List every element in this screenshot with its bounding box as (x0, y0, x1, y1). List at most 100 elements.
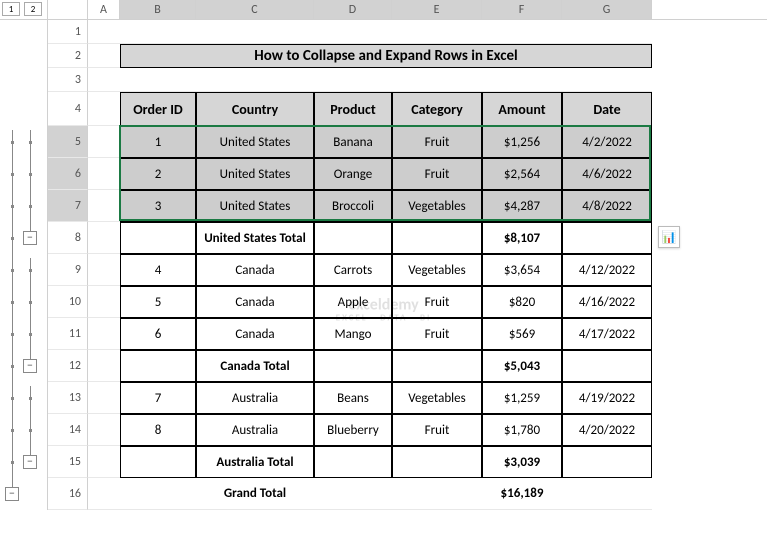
row-header-6[interactable]: 6 (48, 158, 88, 190)
cell-date[interactable]: 4/8/2022 (562, 190, 652, 222)
cell-order-id[interactable]: 6 (120, 318, 196, 350)
cell-country[interactable]: United States (196, 126, 314, 158)
cell-category[interactable]: Vegetables (392, 382, 482, 414)
cell-A8[interactable] (88, 222, 120, 254)
cell-amount[interactable]: $569 (482, 318, 562, 350)
cell-date[interactable]: 4/2/2022 (562, 126, 652, 158)
row-header-3[interactable]: 3 (48, 68, 88, 92)
cell-A16[interactable] (88, 478, 120, 510)
cell-category[interactable]: Vegetables (392, 190, 482, 222)
cell-country[interactable]: Canada (196, 254, 314, 286)
cell-amount[interactable]: $4,287 (482, 190, 562, 222)
col-header-G[interactable]: G (562, 0, 652, 19)
row-header-4[interactable]: 4 (48, 92, 88, 126)
cell-product[interactable]: Banana (314, 126, 392, 158)
cell-category[interactable]: Fruit (392, 414, 482, 446)
cell-category[interactable]: Vegetables (392, 254, 482, 286)
row-header-15[interactable]: 15 (48, 446, 88, 478)
row-header-1[interactable]: 1 (48, 20, 88, 44)
cell-amount[interactable]: $2,564 (482, 158, 562, 190)
cell-A6[interactable] (88, 158, 120, 190)
cell-date[interactable]: 4/20/2022 (562, 414, 652, 446)
cell-date[interactable]: 4/19/2022 (562, 382, 652, 414)
col-header-A[interactable]: A (88, 0, 120, 19)
cell-amount[interactable]: $1,256 (482, 126, 562, 158)
subtotal-amount[interactable]: $8,107 (482, 222, 562, 254)
cell-A11[interactable] (88, 318, 120, 350)
cell-A7[interactable] (88, 190, 120, 222)
worksheet-grid[interactable]: 12How to Collapse and Expand Rows in Exc… (0, 20, 767, 534)
subtotal-label[interactable]: Australia Total (196, 446, 314, 478)
outline-collapse-button[interactable]: − (23, 455, 37, 469)
cell-A2[interactable] (88, 44, 120, 68)
cell-date[interactable]: 4/6/2022 (562, 158, 652, 190)
cell-product[interactable]: Blueberry (314, 414, 392, 446)
col-header-F[interactable]: F (482, 0, 562, 19)
cell-order-id[interactable]: 4 (120, 254, 196, 286)
cell-order-id[interactable]: 5 (120, 286, 196, 318)
col-header-D[interactable]: D (314, 0, 392, 19)
cell-country[interactable]: United States (196, 190, 314, 222)
cell-category[interactable]: Fruit (392, 286, 482, 318)
quick-analysis-icon[interactable]: 📊 (658, 226, 680, 248)
header-date[interactable]: Date (562, 92, 652, 126)
cell-A4[interactable] (88, 92, 120, 126)
outline-collapse-button[interactable]: − (5, 487, 19, 501)
subtotal-amount[interactable]: $5,043 (482, 350, 562, 382)
row-header-5[interactable]: 5 (48, 126, 88, 158)
cell-order-id[interactable]: 8 (120, 414, 196, 446)
cell-amount[interactable]: $1,780 (482, 414, 562, 446)
header-product[interactable]: Product (314, 92, 392, 126)
row-header-13[interactable]: 13 (48, 382, 88, 414)
subtotal-label[interactable]: Canada Total (196, 350, 314, 382)
cell-product[interactable]: Orange (314, 158, 392, 190)
header-country[interactable]: Country (196, 92, 314, 126)
cell-A5[interactable] (88, 126, 120, 158)
cell-product[interactable]: Mango (314, 318, 392, 350)
row-header-7[interactable]: 7 (48, 190, 88, 222)
row-header-9[interactable]: 9 (48, 254, 88, 286)
cell-A13[interactable] (88, 382, 120, 414)
row-header-12[interactable]: 12 (48, 350, 88, 382)
cell-A10[interactable] (88, 286, 120, 318)
outline-collapse-button[interactable]: − (23, 231, 37, 245)
cell-country[interactable]: Australia (196, 382, 314, 414)
cell-A9[interactable] (88, 254, 120, 286)
cell-category[interactable]: Fruit (392, 126, 482, 158)
subtotal-amount[interactable]: $3,039 (482, 446, 562, 478)
col-header-C[interactable]: C (196, 0, 314, 19)
cell-category[interactable]: Fruit (392, 318, 482, 350)
cell-country[interactable]: Canada (196, 318, 314, 350)
row-header-2[interactable]: 2 (48, 44, 88, 68)
cell-product[interactable]: Apple (314, 286, 392, 318)
grand-total-amount[interactable]: $16,189 (482, 478, 562, 510)
cell-order-id[interactable]: 2 (120, 158, 196, 190)
row-header-16[interactable]: 16 (48, 478, 88, 510)
cell-date[interactable]: 4/16/2022 (562, 286, 652, 318)
cell-country[interactable]: Canada (196, 286, 314, 318)
cell-A1[interactable] (88, 20, 120, 44)
col-header-E[interactable]: E (392, 0, 482, 19)
cell-date[interactable]: 4/17/2022 (562, 318, 652, 350)
header-category[interactable]: Category (392, 92, 482, 126)
cell-amount[interactable]: $1,259 (482, 382, 562, 414)
row-header-11[interactable]: 11 (48, 318, 88, 350)
cell-product[interactable]: Broccoli (314, 190, 392, 222)
header-order-id[interactable]: Order ID (120, 92, 196, 126)
header-amount[interactable]: Amount (482, 92, 562, 126)
cell-product[interactable]: Carrots (314, 254, 392, 286)
col-header-B[interactable]: B (120, 0, 196, 19)
cell-A14[interactable] (88, 414, 120, 446)
outline-level-1[interactable]: 1 (2, 2, 20, 16)
cell-order-id[interactable]: 3 (120, 190, 196, 222)
cell-order-id[interactable]: 1 (120, 126, 196, 158)
cell-amount[interactable]: $820 (482, 286, 562, 318)
row-header-14[interactable]: 14 (48, 414, 88, 446)
select-all-corner[interactable] (48, 0, 88, 19)
cell-date[interactable]: 4/12/2022 (562, 254, 652, 286)
cell-order-id[interactable]: 7 (120, 382, 196, 414)
row-header-10[interactable]: 10 (48, 286, 88, 318)
cell-category[interactable]: Fruit (392, 158, 482, 190)
cell-A12[interactable] (88, 350, 120, 382)
row-header-8[interactable]: 8 (48, 222, 88, 254)
